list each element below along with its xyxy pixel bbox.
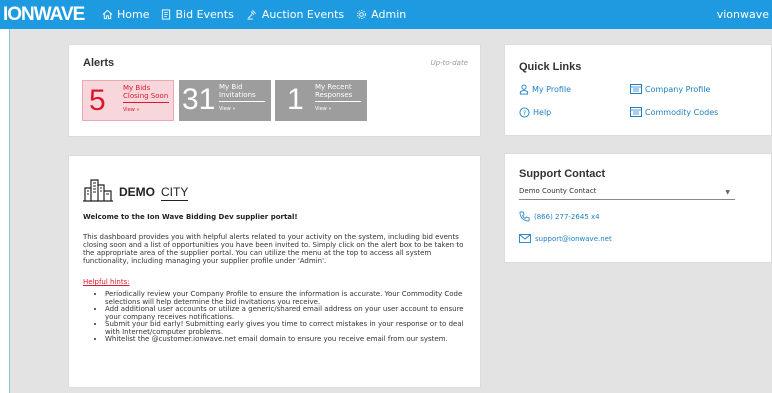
user-menu[interactable]: vionwave	[717, 0, 769, 29]
alert-label: My Bids Closing Soon	[123, 84, 169, 100]
nav-admin-label: Admin	[371, 8, 407, 21]
divider	[123, 102, 169, 103]
help-icon: ?	[519, 107, 530, 118]
alert-label: My Bid Invitations	[219, 83, 256, 99]
mail-icon	[519, 234, 531, 243]
alert-tile-invitations[interactable]: 31 My Bid Invitations View »	[179, 80, 271, 121]
alert-view-link[interactable]: View »	[315, 106, 332, 112]
nav-home[interactable]: Home	[102, 8, 149, 21]
hints-list: Periodically review your Company Profile…	[97, 290, 467, 344]
svg-text:?: ?	[523, 109, 526, 117]
quick-link-company-profile[interactable]: Company Profile	[630, 84, 710, 94]
contact-select[interactable]: Demo County Contact ▼	[519, 187, 735, 200]
welcome-body: This dashboard provides you with helpful…	[83, 233, 464, 265]
support-email[interactable]: support@ionwave.net	[519, 234, 612, 243]
gavel-icon	[247, 10, 256, 20]
document-icon	[162, 9, 171, 20]
demo-city-logo: DEMO CITY	[83, 174, 233, 204]
quick-links-card: Quick Links My Profile Company Profile ?…	[504, 44, 772, 136]
alerts-card: Alerts Up-to-date 5 My Bids Closing Soon…	[68, 44, 481, 137]
page-body: Alerts Up-to-date 5 My Bids Closing Soon…	[9, 29, 772, 393]
alerts-status: Up-to-date	[430, 59, 468, 67]
alert-count: 31	[182, 83, 216, 116]
building-icon	[630, 107, 642, 117]
quick-link-label: My Profile	[532, 85, 572, 94]
alert-tile-recent-responses[interactable]: 1 My Recent Responses View »	[275, 80, 367, 121]
phone-icon	[519, 211, 530, 222]
alert-count: 5	[89, 84, 106, 117]
nav-admin[interactable]: Admin	[356, 8, 406, 21]
support-title: Support Contact	[519, 168, 606, 180]
quick-link-my-profile[interactable]: My Profile	[519, 84, 571, 95]
logo-city-text: CITY	[161, 185, 189, 201]
hint-item: Submit your bid early! Submitting early …	[105, 320, 467, 336]
logo-demo-text: DEMO	[119, 185, 155, 199]
support-contact-card: Support Contact Demo County Contact ▼ (8…	[504, 153, 772, 263]
divider	[315, 101, 361, 102]
quick-link-label: Commodity Codes	[645, 107, 719, 117]
support-email-text: support@ionwave.net	[535, 234, 612, 243]
home-icon	[102, 9, 113, 20]
contact-select-value: Demo County Contact	[519, 187, 597, 195]
alert-tile-closing-soon[interactable]: 5 My Bids Closing Soon View »	[82, 80, 174, 121]
ionwave-logo[interactable]: IONWAVE	[0, 4, 102, 26]
alert-view-link[interactable]: View »	[219, 106, 236, 112]
city-skyline-icon	[83, 179, 113, 202]
chevron-down-icon: ▼	[725, 189, 730, 196]
quick-link-label: Help	[533, 108, 552, 117]
hints-title: Helpful hints:	[83, 278, 130, 286]
alert-count: 1	[287, 83, 304, 116]
nav-auction-events-label: Auction Events	[261, 8, 345, 21]
user-icon	[519, 84, 529, 95]
building-icon	[630, 84, 642, 94]
welcome-card: DEMO CITY Welcome to the Ion Wave Biddin…	[68, 155, 481, 388]
nav-auction-events[interactable]: Auction Events	[246, 8, 344, 21]
gear-icon	[357, 10, 367, 19]
top-nav-bar: IONWAVE Home Bid Events Auction Events A…	[0, 0, 772, 29]
quick-links-title: Quick Links	[519, 61, 582, 73]
quick-link-commodity-codes[interactable]: Commodity Codes	[630, 107, 718, 117]
alerts-title: Alerts	[83, 57, 115, 69]
nav-bid-events[interactable]: Bid Events	[161, 8, 234, 21]
quick-link-help[interactable]: ? Help	[519, 107, 551, 118]
hint-item: Whitelist the @customer.ionwave.net emai…	[105, 335, 467, 344]
hint-item: Periodically review your Company Profile…	[105, 290, 467, 306]
welcome-title: Welcome to the Ion Wave Bidding Dev supp…	[83, 213, 298, 221]
support-phone[interactable]: (866) 277-2645 x4	[519, 211, 600, 222]
alert-view-link[interactable]: View »	[123, 107, 140, 113]
divider	[219, 101, 265, 102]
hint-item: Add additional user accounts or utilize …	[105, 305, 467, 321]
nav-home-label: Home	[117, 8, 150, 21]
nav-bid-events-label: Bid Events	[175, 8, 234, 21]
alert-label: My Recent Responses	[315, 83, 353, 99]
support-phone-text: (866) 277-2645 x4	[534, 212, 600, 221]
quick-link-label: Company Profile	[645, 84, 711, 94]
